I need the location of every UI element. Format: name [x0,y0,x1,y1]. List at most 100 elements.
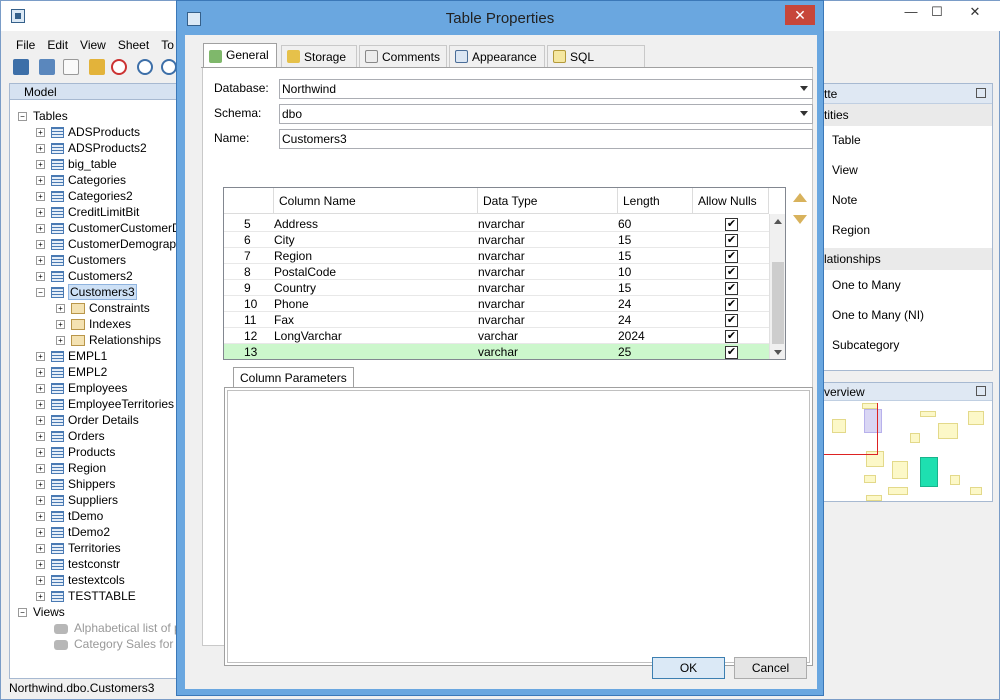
tree-tables-folder[interactable]: − Tables [18,108,68,124]
cell-length[interactable]: 15 [618,280,631,296]
expand-icon[interactable]: + [36,240,45,250]
cell-data-type[interactable]: nvarchar [478,280,525,296]
tree-item-table[interactable]: + tDemo2 [36,524,110,540]
menu-edit[interactable]: Edit [41,35,74,55]
allow-nulls-checkbox[interactable]: ✔ [725,346,738,359]
expand-icon[interactable]: + [36,544,45,554]
tree-item-table[interactable]: + EMPL2 [36,364,107,380]
cell-column-name[interactable]: City [274,232,295,248]
page-setup-icon[interactable] [63,59,79,75]
database-select[interactable]: Northwind [279,79,813,99]
expand-icon[interactable]: + [36,416,45,426]
tree-views-folder[interactable]: − Views [18,604,65,620]
expand-icon[interactable]: + [56,320,65,330]
expand-icon[interactable]: + [36,512,45,522]
palette-item-region[interactable]: Region [832,220,870,240]
tree-item-table[interactable]: + TESTTABLE [36,588,136,604]
zoom-icon[interactable] [137,59,153,75]
cell-length[interactable]: 24 [618,296,631,312]
palette-item-subcategory[interactable]: Subcategory [832,335,899,355]
expand-icon[interactable]: + [36,496,45,506]
grid-header-column-name[interactable]: Column Name [274,188,478,214]
tree-item-table[interactable]: + EMPL1 [36,348,107,364]
allow-nulls-checkbox[interactable]: ✔ [725,218,738,231]
tree-item-folder[interactable]: + Relationships [56,332,161,348]
collapse-icon[interactable]: − [36,288,45,298]
expand-icon[interactable]: + [56,336,65,346]
maximize-icon[interactable]: ☐ [923,1,951,23]
tree-item-table[interactable]: + Territories [36,540,121,556]
tree-item-table[interactable]: + ADSProducts [36,124,140,140]
cell-data-type[interactable]: varchar [478,344,518,359]
tree-item-table[interactable]: + Products [36,444,115,460]
table-row[interactable]: 10 Phone nvarchar 24 ✔ [224,296,769,312]
cell-length[interactable]: 10 [618,264,631,280]
tree-item-table[interactable]: + CustomerCustomerDe [36,220,187,236]
expand-icon[interactable]: + [36,480,45,490]
expand-icon[interactable]: + [36,128,45,138]
tree-item-table[interactable]: − Customers3 [36,284,137,300]
overview-viewport[interactable] [820,403,878,455]
cell-column-name[interactable]: Fax [274,312,294,328]
cell-data-type[interactable]: nvarchar [478,232,525,248]
palette-item-one-to-many[interactable]: One to Many [832,275,901,295]
cell-length[interactable]: 60 [618,216,631,232]
table-row[interactable]: 11 Fax nvarchar 24 ✔ [224,312,769,328]
cell-length[interactable]: 15 [618,232,631,248]
restore-icon[interactable] [976,386,986,396]
expand-icon[interactable]: + [36,592,45,602]
tree-item-table[interactable]: + big_table [36,156,117,172]
cell-column-name[interactable]: Region [274,248,312,264]
table-row[interactable]: 12 LongVarchar varchar 2024 ✔ [224,328,769,344]
grid-scroll-thumb[interactable] [772,262,784,344]
expand-icon[interactable]: + [36,576,45,586]
tab-general[interactable]: General [203,43,277,68]
cell-length[interactable]: 25 [618,344,631,359]
menu-sheet[interactable]: Sheet [112,35,155,55]
menu-view[interactable]: View [74,35,112,55]
cell-length[interactable]: 24 [618,312,631,328]
allow-nulls-checkbox[interactable]: ✔ [725,298,738,311]
tree-item-table[interactable]: + CustomerDemograph [36,236,183,252]
tree-item-table[interactable]: + Customers [36,252,126,268]
expand-icon[interactable]: + [36,160,45,170]
tree-item-view[interactable]: Category Sales for 19 [54,636,190,652]
close-icon[interactable]: ✕ [961,1,989,23]
tab-comments[interactable]: Comments [359,45,447,67]
menu-file[interactable]: File [10,35,41,55]
tree-item-folder[interactable]: + Constraints [56,300,150,316]
scroll-up-icon[interactable] [774,219,782,224]
allow-nulls-checkbox[interactable]: ✔ [725,266,738,279]
tab-storage[interactable]: Storage [281,45,357,67]
move-up-icon[interactable] [793,193,807,202]
palette-item-table[interactable]: Table [832,130,861,150]
allow-nulls-checkbox[interactable]: ✔ [725,314,738,327]
expand-icon[interactable]: + [36,272,45,282]
palette-item-view[interactable]: View [832,160,858,180]
cell-data-type[interactable]: nvarchar [478,216,525,232]
table-row[interactable]: 5 Address nvarchar 60 ✔ [224,216,769,232]
cell-column-name[interactable]: Phone [274,296,309,312]
allow-nulls-checkbox[interactable]: ✔ [725,234,738,247]
palette-item-one-to-many-ni[interactable]: One to Many (NI) [832,305,924,325]
table-row[interactable]: 7 Region nvarchar 15 ✔ [224,248,769,264]
cell-data-type[interactable]: nvarchar [478,264,525,280]
cell-data-type[interactable]: nvarchar [478,248,525,264]
move-down-icon[interactable] [793,215,807,224]
tree-item-table[interactable]: + CreditLimitBit [36,204,139,220]
expand-icon[interactable]: + [36,208,45,218]
schema-select[interactable]: dbo [279,104,813,124]
tree-item-table[interactable]: + Region [36,460,106,476]
tree-item-table[interactable]: + Categories [36,172,126,188]
palette-section-relationships[interactable]: lationships [820,248,992,270]
allow-nulls-checkbox[interactable]: ✔ [725,330,738,343]
expand-icon[interactable]: + [36,400,45,410]
expand-icon[interactable]: + [36,448,45,458]
cell-column-name[interactable]: Address [274,216,318,232]
tree-item-table[interactable]: + tDemo [36,508,103,524]
tree-item-folder[interactable]: + Indexes [56,316,131,332]
cell-data-type[interactable]: nvarchar [478,296,525,312]
expand-icon[interactable]: + [36,256,45,266]
grid-header-data-type[interactable]: Data Type [478,188,618,214]
expand-icon[interactable]: + [36,224,45,234]
